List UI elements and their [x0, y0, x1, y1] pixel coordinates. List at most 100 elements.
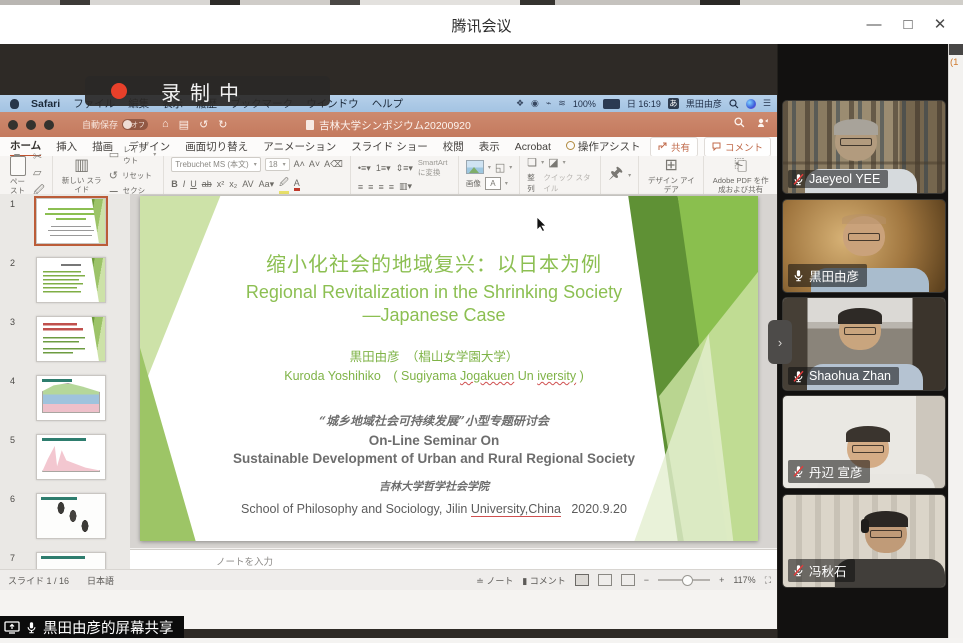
zoom-out-button[interactable]: −: [644, 575, 649, 585]
participant-video[interactable]: Shaohua Zhan: [782, 297, 946, 391]
copy-icon[interactable]: ▱: [33, 166, 45, 179]
menubar-clock[interactable]: 日 16:19: [627, 97, 661, 110]
participant-name-label: Shaohua Zhan: [788, 367, 899, 385]
slide-thumbnail-art: [36, 198, 106, 244]
clear-format-button[interactable]: A⌫: [324, 159, 343, 170]
ribbon-tab[interactable]: 挿入: [56, 137, 77, 156]
font-color-button[interactable]: A: [294, 178, 300, 191]
bullets-button[interactable]: •≡▾: [358, 163, 371, 174]
share-user-icon[interactable]: [757, 117, 769, 128]
align-left-icon[interactable]: ≡: [358, 182, 363, 192]
numbering-button[interactable]: 1≡▾: [376, 163, 391, 174]
cut-icon[interactable]: ✂: [33, 150, 45, 163]
notification-center-icon[interactable]: ☰: [763, 98, 771, 109]
notes-toggle[interactable]: ≐ ノート: [476, 574, 513, 587]
ribbon-tab[interactable]: スライド ショー: [351, 137, 427, 156]
grow-font-button[interactable]: A˄: [294, 159, 305, 169]
minimize-button[interactable]: —: [862, 13, 886, 37]
strikethrough-button[interactable]: ab: [202, 179, 212, 189]
slide-sorter-icon[interactable]: [598, 574, 612, 586]
comment-button[interactable]: コメント: [704, 137, 771, 157]
smartart-convert-button[interactable]: SmartArt に変換: [418, 158, 451, 178]
slide-number: 5: [0, 434, 36, 480]
close-button[interactable]: ✕: [928, 13, 952, 37]
bold-button[interactable]: B: [171, 179, 178, 189]
participant-video[interactable]: 丹辺 宣彦: [782, 395, 946, 489]
text-box-button[interactable]: A: [485, 177, 501, 190]
wifi-icon[interactable]: ≋: [558, 98, 566, 109]
adobe-pdf-button[interactable]: ⎗ Adobe PDF を作成および共有: [711, 156, 770, 194]
tabsrow-buttons: 共有 コメント: [650, 137, 777, 157]
slide-thumbnail[interactable]: 2: [0, 257, 130, 303]
input-method-icon[interactable]: あ: [668, 98, 679, 109]
slide-thumbnail[interactable]: 7: [0, 552, 130, 569]
status-glyph-1[interactable]: ❖: [516, 98, 524, 109]
slide-thumbnail[interactable]: 3: [0, 316, 130, 362]
underline-button[interactable]: U: [190, 179, 197, 189]
macos-menu-item[interactable]: Safari: [31, 98, 60, 110]
arrange-icon[interactable]: ❏: [527, 156, 537, 169]
status-glyph-2[interactable]: ◉: [531, 98, 539, 109]
zoom-in-button[interactable]: +: [719, 575, 724, 585]
change-case-button[interactable]: Aa▾: [259, 179, 275, 190]
participant-video[interactable]: Jaeyeol YEE: [782, 100, 946, 194]
menubar-username[interactable]: 黒田由彦: [686, 97, 722, 110]
participant-name-label: 黒田由彦: [788, 264, 867, 287]
ribbon-tab[interactable]: Acrobat: [515, 139, 551, 155]
comments-toggle[interactable]: ▮ コメント: [522, 574, 565, 587]
slide-thumbnail-panel: 1 2 3 4 5 6 7: [0, 194, 130, 569]
highlight-color-button[interactable]: 🖉: [279, 175, 289, 194]
document-icon: [306, 120, 314, 130]
columns-icon[interactable]: ▥▾: [399, 181, 412, 192]
status-glyph-3[interactable]: ⌁: [546, 98, 551, 109]
picture-icon[interactable]: [466, 160, 484, 174]
char-spacing-button[interactable]: AV: [242, 179, 253, 189]
language-indicator[interactable]: 日本語: [87, 574, 114, 587]
ribbon-tab[interactable]: 操作アシスト: [566, 137, 641, 156]
shapes-icon[interactable]: ◱: [495, 161, 505, 174]
sensitivity-icon[interactable]: 🖈: [608, 162, 623, 189]
zoom-level[interactable]: 117%: [733, 575, 755, 585]
spotlight-search-icon[interactable]: [729, 99, 739, 109]
shrink-font-button[interactable]: A˅: [309, 159, 320, 169]
ribbon-tab[interactable]: 画面切り替え: [185, 137, 248, 156]
new-slide-button[interactable]: ▥ 新しい スライド: [60, 156, 104, 194]
slide-thumbnail[interactable]: 5: [0, 434, 130, 480]
line-spacing-button[interactable]: ⇕≡▾: [396, 163, 413, 174]
slide-thumbnail[interactable]: 6: [0, 493, 130, 539]
slide-thumbnail[interactable]: 4: [0, 375, 130, 421]
layout-button[interactable]: ▭レイアウト▾: [109, 144, 156, 166]
superscript-button[interactable]: x²: [217, 179, 225, 189]
ribbon-tab[interactable]: 表示: [479, 137, 500, 156]
quick-styles-icon[interactable]: ◪: [548, 156, 558, 169]
fit-to-window-icon[interactable]: ⛶: [765, 575, 771, 586]
insert-group: ▾ ◱▾ 画像 A▾: [459, 156, 520, 194]
justify-icon[interactable]: ≡: [389, 182, 394, 192]
align-center-icon[interactable]: ≡: [368, 182, 373, 192]
sidebar-collapse-toggle[interactable]: ›: [768, 320, 792, 364]
participant-video[interactable]: 冯秋石: [782, 494, 946, 588]
font-size-select[interactable]: 18▾: [265, 158, 290, 171]
font-name-select[interactable]: Trebuchet MS (本文)▾: [171, 157, 261, 172]
italic-button[interactable]: I: [183, 179, 186, 189]
participant-video[interactable]: 黒田由彦: [782, 199, 946, 293]
normal-view-icon[interactable]: [575, 574, 589, 586]
slide-thumbnail[interactable]: 1: [0, 198, 130, 244]
siri-icon[interactable]: [746, 99, 756, 109]
apple-menu-icon[interactable]: [10, 99, 19, 109]
subscript-button[interactable]: x₂: [229, 179, 237, 189]
ribbon-search-icon[interactable]: [734, 117, 745, 128]
macos-menu-item[interactable]: ヘルプ: [372, 96, 404, 111]
paste-button[interactable]: ペースト: [7, 156, 28, 195]
zoom-slider[interactable]: [658, 579, 710, 581]
slideshow-view-icon[interactable]: [621, 574, 635, 586]
maximize-button[interactable]: □: [896, 13, 920, 37]
share-button[interactable]: 共有: [650, 137, 698, 157]
ribbon-tab[interactable]: アニメーション: [263, 137, 336, 156]
notes-input[interactable]: ノートを入力: [130, 549, 777, 569]
side-panel-edge[interactable]: (1: [948, 44, 963, 638]
ribbon-tab[interactable]: 校閲: [443, 137, 464, 156]
design-ideas-button[interactable]: ⊞ デザイン アイデア: [646, 156, 696, 194]
reset-button[interactable]: ↺リセット: [109, 169, 156, 182]
align-right-icon[interactable]: ≡: [378, 182, 383, 192]
